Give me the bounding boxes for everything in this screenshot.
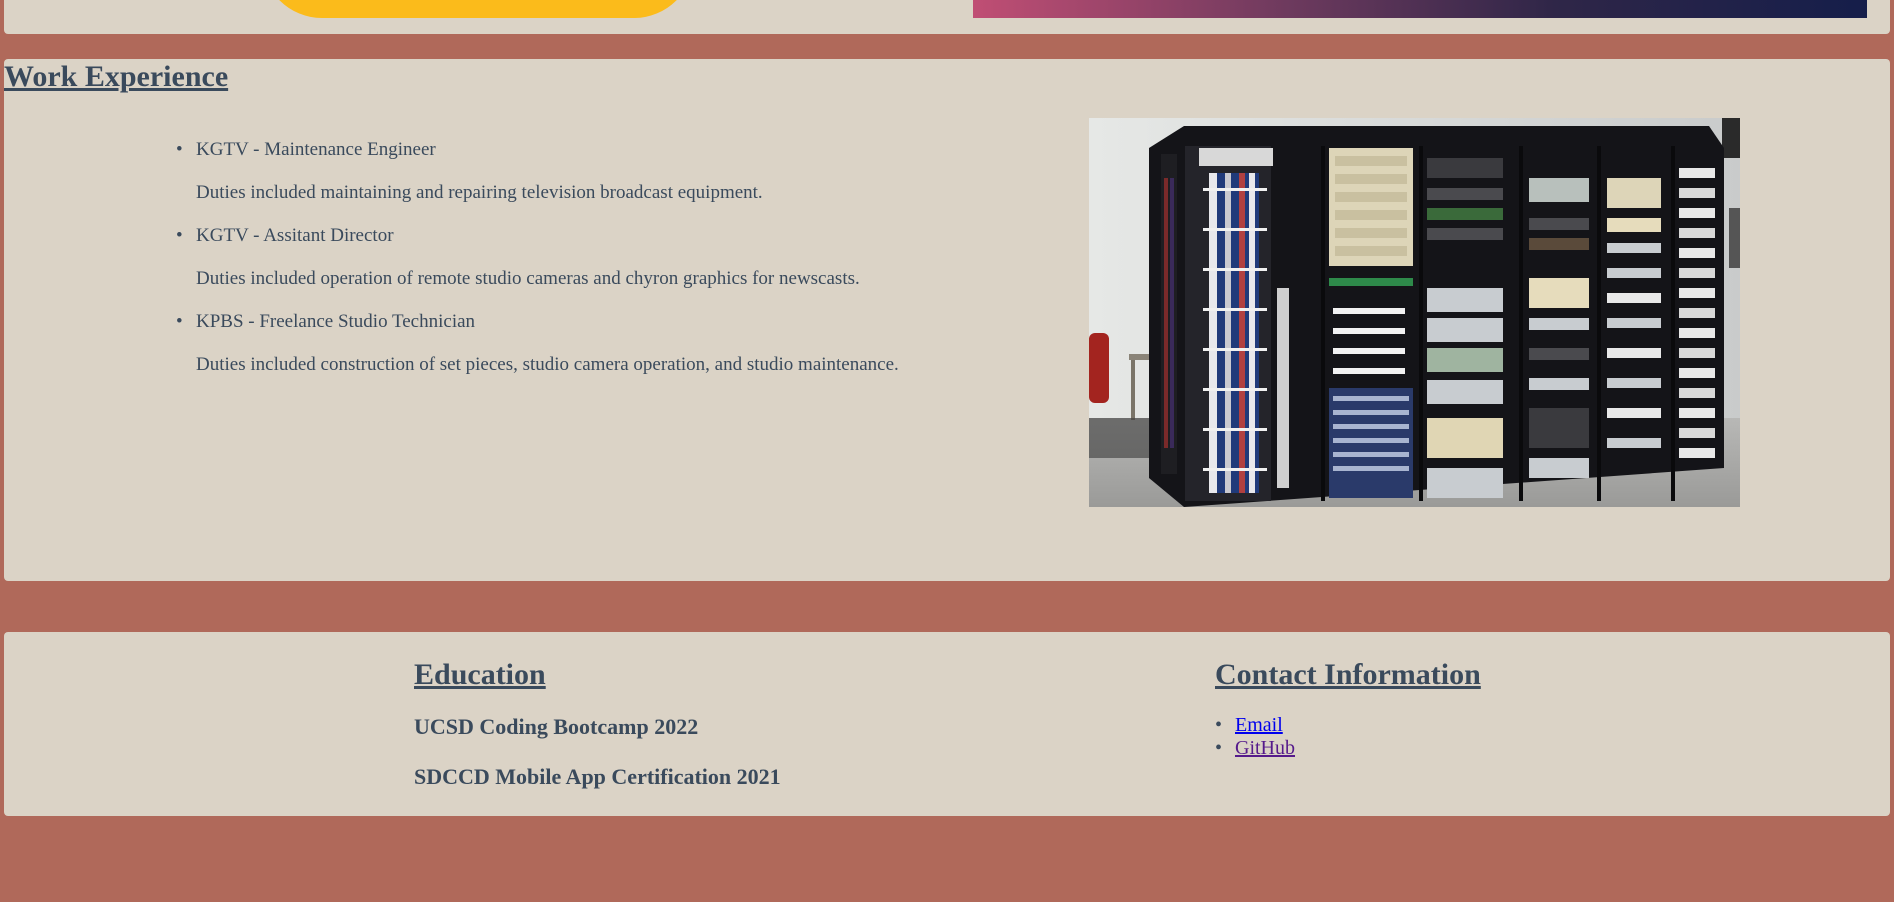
job-duties: Duties included operation of remote stud… [196,268,860,289]
server-rack-photo [1089,118,1740,507]
job-item: • KGTV - Assitant Director Duties include… [176,225,1036,290]
job-item: • KPBS - Freelance Studio Technician Duti… [176,311,1036,376]
header-panel [4,0,1890,34]
bullet-icon: • [176,139,183,160]
education-item: UCSD Coding Bootcamp 2022 [414,714,699,739]
header-gradient-banner [973,0,1867,18]
contact-item: • Email [1215,714,1295,737]
header-decoration-shape [262,0,694,18]
work-experience-heading: Work Experience [4,60,229,93]
bullet-icon: • [176,225,183,246]
education-item: SDCCD Mobile App Certification 2021 [414,764,781,789]
contact-links-list: • Email • GitHub [1215,714,1295,760]
job-title: KGTV - Maintenance Engineer [196,139,436,160]
education-heading: Education [414,658,546,691]
job-list: • KGTV - Maintenance Engineer Duties incl… [176,139,1036,397]
job-title: KGTV - Assitant Director [196,225,394,246]
work-experience-section: Work Experience • KGTV - Maintenance Engi… [4,59,1890,581]
email-link[interactable]: Email [1235,714,1283,736]
github-link[interactable]: GitHub [1235,737,1295,759]
contact-item: • GitHub [1215,737,1295,760]
bullet-icon: • [1215,714,1223,736]
job-item: • KGTV - Maintenance Engineer Duties incl… [176,139,1036,204]
job-duties: Duties included construction of set piec… [196,354,899,375]
job-title: KPBS - Freelance Studio Technician [196,311,476,332]
bullet-icon: • [1215,737,1223,759]
job-duties: Duties included maintaining and repairin… [196,182,763,203]
contact-information-heading: Contact Information [1215,658,1481,691]
education-contact-section: Education UCSD Coding Bootcamp 2022 SDCC… [4,632,1890,816]
bullet-icon: • [176,311,183,332]
